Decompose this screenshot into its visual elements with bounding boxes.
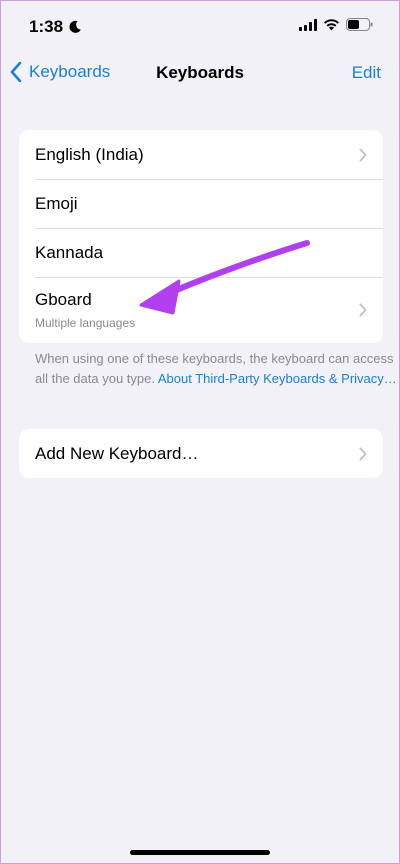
- moon-icon: [69, 20, 81, 33]
- chevron-right-icon: [359, 148, 367, 161]
- add-new-keyboard-label: Add New Keyboard…: [35, 443, 199, 463]
- battery-icon: [346, 18, 373, 31]
- keyboard-label: English (India): [35, 144, 144, 164]
- status-time-text: 1:38: [29, 17, 64, 36]
- keyboards-list: English (India) Emoji Kannada Gboard Mul…: [19, 130, 383, 343]
- keyboard-label: Gboard: [35, 290, 92, 309]
- back-button[interactable]: Keyboards: [9, 61, 110, 83]
- navigation-bar: Keyboards Keyboards Edit: [1, 51, 399, 95]
- privacy-footnote: When using one of these keyboards, the k…: [35, 349, 397, 389]
- chevron-right-icon: [359, 447, 367, 460]
- keyboard-row-gboard[interactable]: Gboard Multiple languages: [19, 277, 383, 343]
- status-time: 1:38: [29, 17, 82, 37]
- keyboard-row-kannada[interactable]: Kannada: [19, 228, 383, 277]
- status-icons: [299, 18, 373, 31]
- chevron-right-icon: [359, 303, 367, 317]
- add-keyboard-group: Add New Keyboard…: [19, 429, 383, 478]
- signal-icon: [299, 18, 317, 31]
- keyboard-label: Emoji: [35, 193, 78, 213]
- third-party-privacy-link[interactable]: About Third-Party Keyboards & Privacy…: [158, 371, 397, 386]
- status-bar: 1:38: [1, 1, 399, 51]
- chevron-left-icon: [10, 61, 22, 83]
- keyboard-row-english-india[interactable]: English (India): [19, 130, 383, 179]
- keyboard-subtitle: Multiple languages: [35, 316, 136, 330]
- back-button-label: Keyboards: [29, 62, 111, 81]
- keyboard-row-emoji[interactable]: Emoji: [19, 179, 383, 228]
- home-indicator[interactable]: [130, 850, 270, 855]
- edit-button[interactable]: Edit: [352, 63, 381, 83]
- add-new-keyboard-button[interactable]: Add New Keyboard…: [19, 429, 383, 478]
- keyboard-label: Kannada: [35, 242, 104, 262]
- wifi-icon: [324, 18, 339, 30]
